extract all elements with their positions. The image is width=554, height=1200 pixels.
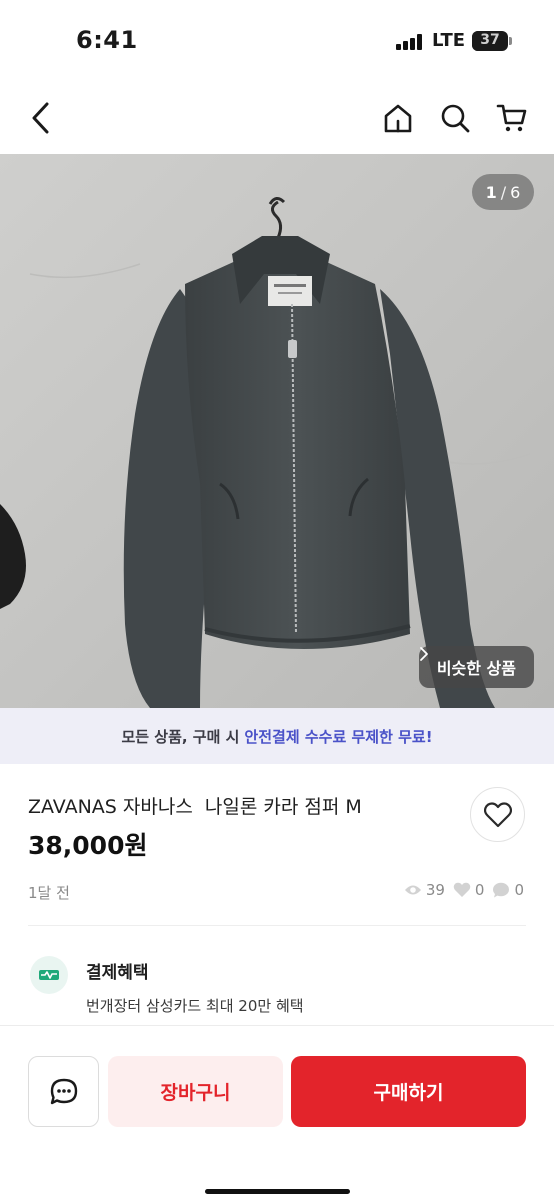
chat-icon [50, 1078, 77, 1104]
promo-highlight: 안전결제 수수료 무제한 무료! [244, 727, 433, 746]
photo-total-count: 6 [510, 182, 521, 202]
network-label: LTE [432, 30, 466, 51]
buy-now-button[interactable]: 구매하기 [291, 1056, 526, 1127]
battery-cap [509, 37, 512, 45]
chevron-left-icon [32, 102, 49, 134]
chat-stat: 0 [492, 881, 524, 899]
product-stats: 39 0 0 [404, 881, 524, 899]
product-price: 38,000원 [28, 831, 148, 860]
back-button[interactable] [22, 98, 62, 138]
payment-benefit-description[interactable]: 번개장터 삼성카드 최대 20만 혜택 [86, 995, 304, 1016]
battery-icon: 37 [472, 31, 508, 51]
signal-icon [396, 34, 424, 50]
photo-counter-separator: / [500, 182, 507, 202]
chevron-right-icon [419, 647, 428, 661]
eye-icon [404, 885, 421, 895]
heart-icon [483, 801, 512, 827]
like-button[interactable] [470, 787, 525, 842]
cart-icon [496, 104, 527, 132]
promo-banner[interactable]: 모든 상품, 구매 시 안전결제 수수료 무제한 무료! [0, 708, 554, 764]
heart-filled-icon [453, 882, 471, 897]
bottom-action-bar: 장바구니 구매하기 [0, 1025, 554, 1200]
nav-bar [0, 82, 554, 154]
payment-benefit-icon [30, 956, 68, 994]
chat-bubble-icon [493, 882, 510, 898]
like-stat: 0 [453, 881, 485, 899]
payment-benefit-title: 결제혜택 [86, 963, 149, 983]
pulse-icon [39, 970, 59, 980]
home-button[interactable] [378, 98, 418, 138]
chat-button[interactable] [28, 1056, 99, 1127]
photo-current-index: 1 [485, 182, 497, 202]
product-photo[interactable]: 1 / 6 비슷한 상품 [0, 154, 554, 708]
cart-button[interactable] [492, 98, 532, 138]
like-count: 0 [474, 881, 485, 899]
chat-count: 0 [514, 881, 524, 899]
add-to-cart-button[interactable]: 장바구니 [108, 1056, 283, 1127]
home-icon [384, 104, 412, 133]
section-divider [28, 925, 526, 926]
similar-products-label: 비슷한 상품 [436, 659, 516, 678]
view-stat: 39 [404, 881, 445, 899]
view-count: 39 [425, 881, 445, 899]
posted-time: 1달 전 [28, 884, 70, 902]
promo-text: 모든 상품, 구매 시 [121, 727, 240, 746]
jacket-photo-illustration [0, 154, 554, 708]
search-icon [441, 104, 470, 133]
search-button[interactable] [435, 98, 475, 138]
status-bar: 6:41 LTE 37 [0, 0, 554, 82]
photo-counter: 1 / 6 [472, 174, 534, 210]
product-title: ZAVANAS 자바나스 나일론 카라 점퍼 M [28, 796, 362, 818]
battery-percent: 37 [480, 32, 500, 48]
similar-products-button[interactable]: 비슷한 상품 [418, 646, 534, 688]
home-indicator [205, 1189, 350, 1194]
status-time: 6:41 [76, 26, 138, 54]
